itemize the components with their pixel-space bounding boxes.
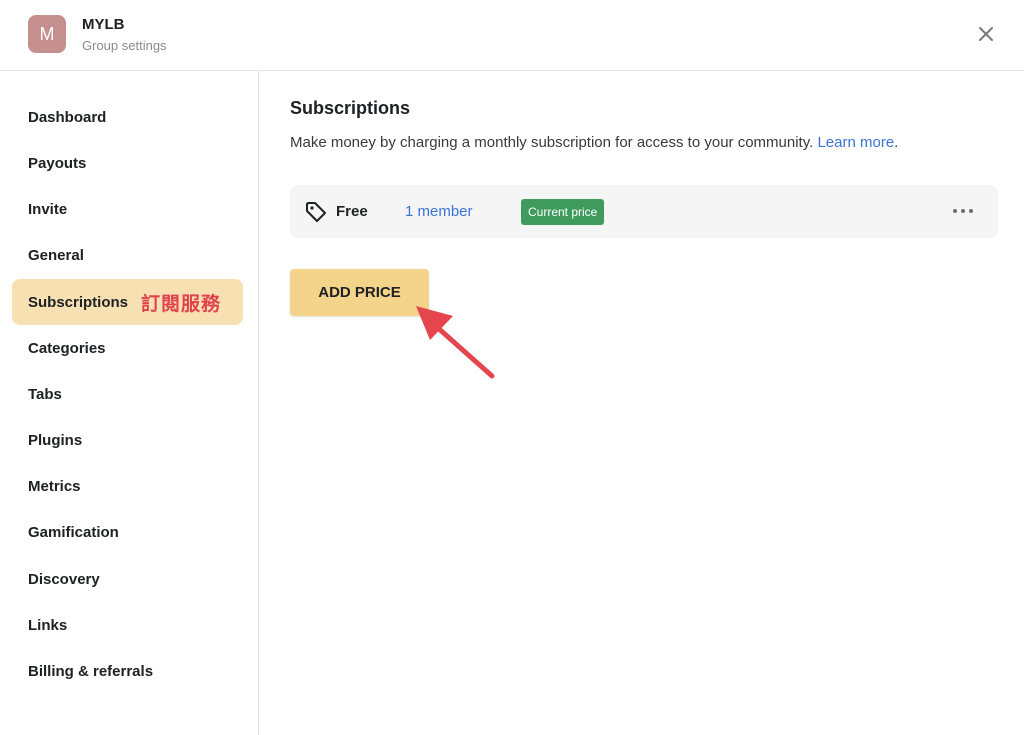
more-horizontal-icon (953, 209, 957, 213)
sidebar-item-label: Billing & referrals (28, 662, 154, 680)
sidebar-item-plugins[interactable]: Plugins (12, 417, 243, 463)
member-count-link[interactable]: 1 member (405, 203, 473, 220)
price-name: Free (336, 203, 368, 220)
group-name: MYLB (82, 16, 125, 33)
learn-more-link[interactable]: Learn more (817, 134, 894, 151)
sidebar-item-payouts[interactable]: Payouts (12, 140, 243, 186)
sidebar-item-tabs[interactable]: Tabs (12, 371, 243, 417)
sidebar-item-gamification[interactable]: Gamification (12, 509, 243, 555)
description-text: Make money by charging a monthly subscri… (290, 134, 814, 151)
sidebar-item-label: Discovery (28, 570, 100, 588)
sidebar-item-subscriptions[interactable]: Subscriptions 訂閱服務 (12, 279, 243, 325)
sidebar-item-discovery[interactable]: Discovery (12, 556, 243, 602)
sidebar-item-metrics[interactable]: Metrics (12, 463, 243, 509)
sidebar-item-label: Links (28, 616, 68, 634)
close-icon (979, 27, 993, 41)
red-arrow-annotation (416, 306, 495, 379)
sidebar-item-billing-referrals[interactable]: Billing & referrals (12, 648, 243, 694)
description-period: . (894, 134, 899, 151)
sidebar-item-general[interactable]: General (12, 232, 243, 278)
tag-icon (306, 202, 326, 222)
sidebar-item-label: Subscriptions (28, 293, 129, 311)
sidebar-item-label: Payouts (28, 154, 87, 172)
sidebar-item-label: Gamification (28, 523, 119, 541)
sidebar-item-links[interactable]: Links (12, 602, 243, 648)
header: M MYLB Group settings (0, 0, 1024, 71)
current-price-badge: Current price (521, 199, 605, 225)
sidebar-item-label: Categories (28, 339, 106, 357)
close-button[interactable] (974, 22, 998, 46)
sidebar-item-label: General (28, 246, 84, 264)
avatar[interactable]: M (28, 15, 66, 53)
sidebar-item-invite[interactable]: Invite (12, 186, 243, 232)
sidebar-item-label: Plugins (28, 431, 83, 449)
sidebar-item-dashboard[interactable]: Dashboard (12, 94, 243, 140)
sidebar-item-label: Tabs (28, 385, 62, 403)
settings-sidebar: Dashboard Payouts Invite General Subscri… (0, 71, 259, 735)
subscriptions-annotation: 訂閱服務 (141, 292, 222, 315)
add-price-button[interactable]: ADD PRICE (290, 269, 429, 316)
sidebar-item-label: Metrics (28, 477, 81, 495)
sidebar-item-categories[interactable]: Categories (12, 325, 243, 371)
group-settings-subtitle: Group settings (82, 38, 167, 53)
page-description: Make money by charging a monthly subscri… (290, 134, 898, 151)
page-title: Subscriptions (290, 98, 411, 118)
price-row: Free 1 member Current price (290, 185, 998, 238)
sidebar-item-label: Invite (28, 200, 68, 218)
sidebar-item-label: Dashboard (28, 108, 107, 126)
more-options-button[interactable] (953, 203, 973, 219)
